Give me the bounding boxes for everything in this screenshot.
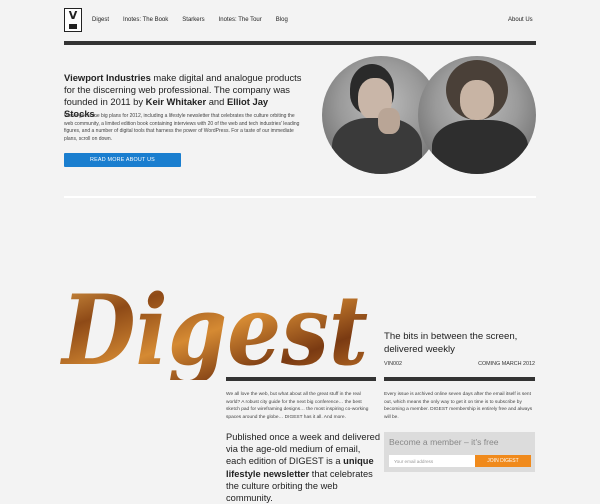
nav-blog[interactable]: Blog (276, 17, 288, 23)
intro-body: We've got some big plans for 2012, inclu… (64, 113, 300, 142)
founders-photos (322, 56, 536, 174)
signup-heading: Become a member – it's free (389, 437, 499, 447)
header-divider (64, 41, 536, 45)
email-field[interactable] (389, 455, 475, 467)
intro-lead-and: and (206, 96, 227, 107)
nav-about-us[interactable]: About Us (508, 17, 533, 23)
section-divider (64, 196, 536, 198)
digest-tagline: The bits in between the screen, delivere… (384, 331, 518, 355)
signup-box: Become a member – it's free JOIN DIGEST (384, 432, 535, 472)
digest-logo: Digest (60, 276, 380, 380)
main-nav: Digest Inotes: The Book Starkers Inotes:… (92, 17, 302, 23)
column-divider-right (384, 377, 535, 381)
founder-keir: Keir Whitaker (145, 96, 207, 107)
nav-starkers[interactable]: Starkers (182, 17, 204, 23)
company-name: Viewport Industries (64, 72, 151, 83)
logo[interactable]: V (64, 8, 82, 32)
body-shape (432, 120, 528, 174)
nav-inotes-book[interactable]: Inotes: The Book (123, 17, 168, 23)
issue-number: VIN002 (384, 361, 402, 367)
face-shape (460, 80, 494, 120)
digest-archive-note: Every issue is archived online seven day… (384, 392, 533, 420)
digest-summary: Published once a week and delivered via … (226, 431, 381, 504)
digest-wordmark: Digest (60, 276, 368, 380)
logo-letter: V (68, 9, 78, 22)
launch-date: COMING MARCH 2012 (478, 361, 535, 367)
digest-wordmark-text: Digest (60, 276, 368, 380)
founder-photo-elliot (418, 56, 536, 174)
read-more-button[interactable]: READ MORE ABOUT US (64, 153, 181, 167)
nav-digest[interactable]: Digest (92, 17, 109, 23)
join-digest-button[interactable]: JOIN DIGEST (475, 455, 531, 467)
logo-mark (69, 24, 77, 29)
body-shape (332, 118, 422, 174)
digest-description: We all love the web, but what about all … (226, 392, 369, 420)
hand-shape (378, 108, 400, 134)
nav-inotes-tour[interactable]: Inotes: The Tour (219, 17, 262, 23)
digest-meta: VIN002 COMING MARCH 2012 (384, 361, 535, 367)
column-divider-left (226, 377, 376, 381)
